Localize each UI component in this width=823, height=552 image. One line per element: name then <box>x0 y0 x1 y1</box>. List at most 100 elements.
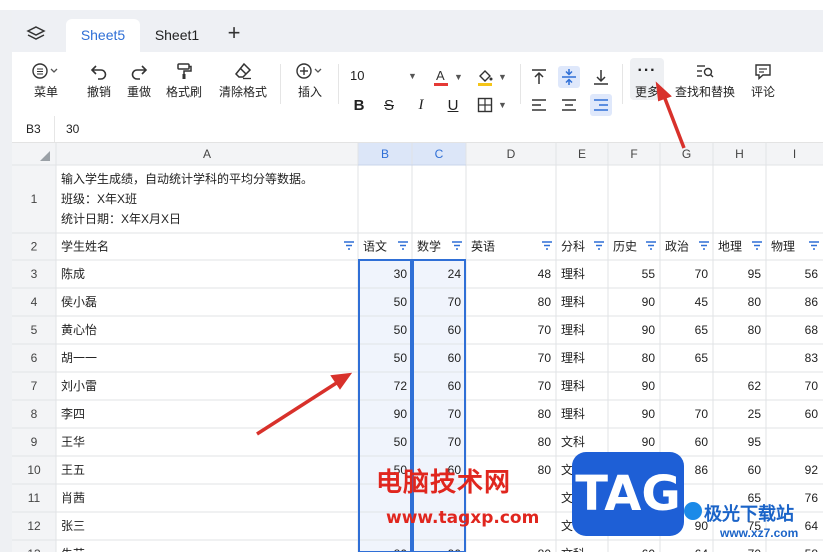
cell-text: 刘小雷 <box>61 379 97 393</box>
cell-value: 70 <box>695 267 709 281</box>
cell-text: 王华 <box>61 435 85 449</box>
cell-value: 56 <box>805 267 819 281</box>
add-sheet-button[interactable]: + <box>224 22 244 44</box>
undo-button[interactable]: 撤销 <box>82 58 116 100</box>
cell-value: 70 <box>448 407 462 421</box>
layers-icon[interactable] <box>26 24 46 44</box>
menu-button[interactable]: 菜单 <box>26 58 66 100</box>
cell-text: 理科 <box>561 407 585 421</box>
font-color-icon: A <box>434 68 448 86</box>
row-header: 5 <box>31 323 38 337</box>
chevron-down-icon[interactable]: ▼ <box>454 72 463 82</box>
italic-button[interactable]: I <box>410 94 432 116</box>
align-center-icon <box>562 99 576 111</box>
align-top-button[interactable] <box>528 66 550 88</box>
strikethrough-button[interactable]: S <box>378 94 400 116</box>
align-left-button[interactable] <box>528 94 550 116</box>
paint-brush-icon <box>162 58 206 84</box>
cell-value: 90 <box>394 407 408 421</box>
underline-button[interactable]: U <box>442 94 464 116</box>
column-title: 英语 <box>471 240 495 254</box>
cell-value: 70 <box>448 435 462 449</box>
column-header: C <box>435 147 444 161</box>
underline-icon: U <box>447 96 459 114</box>
cell-value: 80 <box>748 295 762 309</box>
row-header: 8 <box>31 407 38 421</box>
chevron-down-icon: ▼ <box>408 71 417 81</box>
cell-value: 68 <box>805 323 819 337</box>
column-header: D <box>507 147 516 161</box>
cell-value: 80 <box>538 295 552 309</box>
cell-value: 70 <box>695 407 709 421</box>
toolbar-divider <box>338 64 339 104</box>
comment-icon <box>746 58 780 84</box>
cell-value: 60 <box>642 547 656 552</box>
column-header: G <box>682 147 691 161</box>
eraser-icon <box>216 58 270 84</box>
column-header: F <box>630 147 637 161</box>
add-circle-icon <box>290 58 330 84</box>
cell-value: 58 <box>805 547 819 552</box>
align-left-icon <box>532 99 546 111</box>
filter-icon <box>452 241 462 250</box>
font-color-button[interactable]: A <box>430 66 452 88</box>
align-middle-button[interactable] <box>558 66 580 88</box>
borders-icon <box>477 97 493 113</box>
fill-color-button[interactable] <box>474 66 496 88</box>
comment-button[interactable]: 评论 <box>746 58 780 100</box>
find-replace-icon <box>672 58 738 84</box>
cell-value: 70 <box>748 547 762 552</box>
bold-icon: B <box>353 96 365 114</box>
chevron-down-icon[interactable]: ▼ <box>498 100 507 110</box>
cell-value: 80 <box>538 435 552 449</box>
cell-value: 90 <box>642 407 656 421</box>
sheet-tab-bar: Sheet5 Sheet1 + <box>12 10 823 52</box>
clear-format-button[interactable]: 清除格式 <box>216 58 270 100</box>
font-size-select[interactable]: 10 ▼ <box>350 68 420 88</box>
cell-value: 62 <box>748 379 762 393</box>
redo-icon <box>122 58 156 84</box>
insert-button[interactable]: 插入 <box>290 58 330 100</box>
cell-value: 50 <box>394 295 408 309</box>
filter-icon <box>699 241 709 250</box>
watermark-brand: 极光下载站 <box>704 504 794 525</box>
svg-text:A: A <box>436 68 445 83</box>
cell-text: 胡一一 <box>61 351 97 365</box>
align-top-icon <box>532 69 546 84</box>
more-button[interactable]: ··· 更多 <box>630 58 664 100</box>
cell-text: 肖茜 <box>61 491 85 505</box>
borders-button[interactable] <box>474 94 496 116</box>
paint-bucket-icon <box>478 70 493 86</box>
tab-sheet5[interactable]: Sheet5 <box>66 19 140 52</box>
chevron-down-icon[interactable]: ▼ <box>498 72 507 82</box>
cell-value: 80 <box>642 351 656 365</box>
cell-value: 48 <box>538 267 552 281</box>
column-header: A <box>203 147 211 161</box>
cell-value: 70 <box>538 323 552 337</box>
column-title: 学生姓名 <box>61 239 109 254</box>
find-replace-button[interactable]: 查找和替换 <box>672 58 738 100</box>
cell-value: 90 <box>642 435 656 449</box>
undo-icon <box>82 58 116 84</box>
row-header: 13 <box>27 547 41 552</box>
align-center-button[interactable] <box>558 94 580 116</box>
align-right-button[interactable] <box>590 94 612 116</box>
cell-value: 90 <box>642 295 656 309</box>
formula-input[interactable]: 30 <box>66 116 79 142</box>
cell-value: 65 <box>695 351 709 365</box>
cell-value: 95 <box>748 267 762 281</box>
cell-value: 80 <box>538 547 552 552</box>
align-bottom-button[interactable] <box>590 66 612 88</box>
filter-icon <box>752 241 762 250</box>
format-painter-button[interactable]: 格式刷 <box>162 58 206 100</box>
cell-text: 理科 <box>561 267 585 281</box>
cell-value: 45 <box>695 295 709 309</box>
watermark-site-url: www.tagxp.com <box>386 508 540 528</box>
bold-button[interactable]: B <box>348 94 370 116</box>
row-header: 9 <box>31 435 38 449</box>
cell-reference[interactable]: B3 <box>26 116 41 142</box>
cell-value: 30 <box>394 267 408 281</box>
redo-button[interactable]: 重做 <box>122 58 156 100</box>
cell-value: 86 <box>695 463 709 477</box>
tab-sheet1[interactable]: Sheet1 <box>142 19 212 52</box>
